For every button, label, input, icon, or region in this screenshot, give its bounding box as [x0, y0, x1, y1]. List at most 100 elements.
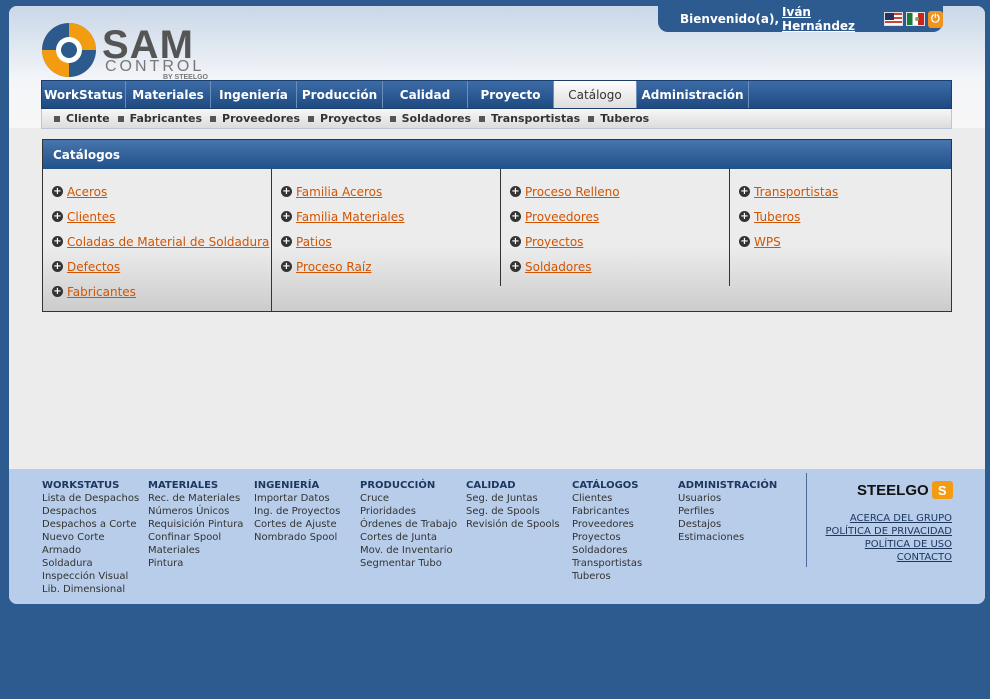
- link-politica-uso[interactable]: POLÍTICA DE USO: [826, 538, 952, 551]
- catalog-link[interactable]: Proyectos: [525, 235, 583, 249]
- catalog-link[interactable]: Proceso Raíz: [296, 260, 372, 274]
- footer-link[interactable]: Perfiles: [678, 505, 777, 518]
- subnav-item[interactable]: Proveedores: [210, 112, 300, 125]
- flag-us-icon[interactable]: [883, 12, 903, 26]
- catalog-link[interactable]: Fabricantes: [67, 285, 136, 299]
- subnav-item[interactable]: Transportistas: [479, 112, 580, 125]
- flag-mx-icon[interactable]: [905, 12, 925, 26]
- bullet-square-icon: [117, 116, 124, 122]
- catalog-link[interactable]: Soldadores: [525, 260, 592, 274]
- footer-link[interactable]: Nombrado Spool: [254, 531, 340, 544]
- power-icon[interactable]: ⏻: [927, 10, 943, 28]
- catalog-link[interactable]: Transportistas: [754, 185, 838, 199]
- subnav-item[interactable]: Tuberos: [588, 112, 649, 125]
- brand-name: STEELGO: [857, 481, 929, 499]
- tab-proyecto[interactable]: Proyecto: [468, 81, 554, 108]
- catalog-link[interactable]: WPS: [754, 235, 781, 249]
- footer-link[interactable]: Seg. de Juntas: [466, 492, 560, 505]
- subnav-item[interactable]: Fabricantes: [117, 112, 202, 125]
- catalog-link[interactable]: Clientes: [67, 210, 115, 224]
- footer-link[interactable]: Números Únicos: [148, 505, 243, 518]
- plus-circle-icon: +: [281, 261, 292, 272]
- catalog-link[interactable]: Proveedores: [525, 210, 599, 224]
- subnav-item[interactable]: Soldadores: [389, 112, 471, 125]
- catalog-link[interactable]: Familia Aceros: [296, 185, 382, 199]
- footer-link[interactable]: Usuarios: [678, 492, 777, 505]
- subnav-item-label: Proyectos: [320, 112, 382, 125]
- footer-column-title: CALIDAD: [466, 480, 516, 491]
- tab-workstatus[interactable]: WorkStatus: [42, 81, 126, 108]
- catalog-link[interactable]: Proceso Relleno: [525, 185, 620, 199]
- footer-link[interactable]: Revisión de Spools: [466, 518, 560, 531]
- footer-link[interactable]: Ing. de Proyectos: [254, 505, 340, 518]
- footer-link[interactable]: Despachos a Corte: [42, 518, 139, 531]
- footer-link[interactable]: Confinar Spool: [148, 531, 243, 544]
- footer-link[interactable]: Seg. de Spools: [466, 505, 560, 518]
- steelgo-logo[interactable]: STEELGO S: [857, 481, 953, 499]
- subnav-item[interactable]: Cliente: [54, 112, 110, 125]
- catalog-link[interactable]: Defectos: [67, 260, 120, 274]
- tab-catalogo[interactable]: Catálogo: [554, 81, 637, 108]
- footer: WORKSTATUS Lista de Despachos Despachos …: [9, 469, 985, 604]
- footer-column-title: MATERIALES: [148, 480, 219, 491]
- footer-link[interactable]: Destajos: [678, 518, 777, 531]
- footer-link[interactable]: Despachos: [42, 505, 139, 518]
- footer-column: MATERIALES Rec. de Materiales Números Ún…: [148, 479, 243, 570]
- footer-link[interactable]: Soldadura: [42, 557, 139, 570]
- subnav-item[interactable]: Proyectos: [308, 112, 382, 125]
- footer-link[interactable]: Cortes de Ajuste: [254, 518, 340, 531]
- plus-circle-icon: +: [52, 186, 63, 197]
- bullet-square-icon: [54, 116, 60, 122]
- footer-link[interactable]: Inspección Visual: [42, 570, 139, 583]
- footer-link[interactable]: Armado: [42, 544, 139, 557]
- footer-link[interactable]: Proveedores: [572, 518, 642, 531]
- main-nav: WorkStatus Materiales Ingeniería Producc…: [41, 80, 952, 109]
- footer-link[interactable]: Rec. de Materiales: [148, 492, 243, 505]
- footer-link[interactable]: Segmentar Tubo: [360, 557, 457, 570]
- footer-link[interactable]: Requisición Pintura: [148, 518, 243, 531]
- footer-link[interactable]: Tuberos: [572, 570, 642, 583]
- tab-calidad[interactable]: Calidad: [383, 81, 468, 108]
- link-contacto[interactable]: CONTACTO: [826, 551, 952, 564]
- footer-column: PRODUCCIÓN Cruce Prioridades Órdenes de …: [360, 479, 457, 570]
- footer-column-title: CATÁLOGOS: [572, 480, 639, 491]
- tab-produccion[interactable]: Producción: [297, 81, 383, 108]
- catalog-link[interactable]: Patios: [296, 235, 332, 249]
- list-item: + Coladas de Material de Soldadura: [52, 229, 271, 254]
- footer-link[interactable]: Nuevo Corte: [42, 531, 139, 544]
- catalog-column: + Transportistas + Tuberos + WPS: [730, 169, 951, 311]
- footer-link[interactable]: Prioridades: [360, 505, 457, 518]
- footer-link[interactable]: Estimaciones: [678, 531, 777, 544]
- footer-link[interactable]: Importar Datos: [254, 492, 340, 505]
- footer-link[interactable]: Transportistas: [572, 557, 642, 570]
- catalog-link[interactable]: Aceros: [67, 185, 107, 199]
- footer-link[interactable]: Proyectos: [572, 531, 642, 544]
- footer-link[interactable]: Fabricantes: [572, 505, 642, 518]
- catalog-link[interactable]: Coladas de Material de Soldadura: [67, 235, 269, 249]
- footer-link[interactable]: Mov. de Inventario: [360, 544, 457, 557]
- bullet-square-icon: [389, 116, 396, 122]
- footer-link[interactable]: Clientes: [572, 492, 642, 505]
- footer-link[interactable]: Cruce: [360, 492, 457, 505]
- tab-administracion[interactable]: Administración: [637, 81, 749, 108]
- footer-column: CATÁLOGOS Clientes Fabricantes Proveedor…: [572, 479, 642, 583]
- footer-link[interactable]: Pintura: [148, 557, 243, 570]
- bullet-square-icon: [588, 116, 595, 122]
- plus-circle-icon: +: [52, 236, 63, 247]
- footer-link[interactable]: Soldadores: [572, 544, 642, 557]
- footer-link[interactable]: Lib. Dimensional: [42, 583, 139, 596]
- footer-link[interactable]: Órdenes de Trabajo: [360, 518, 457, 531]
- catalog-link[interactable]: Familia Materiales: [296, 210, 404, 224]
- footer-link[interactable]: Lista de Despachos: [42, 492, 139, 505]
- user-name-link[interactable]: Iván Hernández: [782, 6, 877, 33]
- sam-control-logo[interactable]: SAM CONTROL BY STEELGO: [41, 22, 221, 82]
- catalogs-grid: + Aceros + Clientes + Coladas de Material d…: [43, 169, 951, 311]
- catalog-link[interactable]: Tuberos: [754, 210, 800, 224]
- link-acerca-del-grupo[interactable]: ACERCA DEL GRUPO: [826, 512, 952, 525]
- footer-link[interactable]: Cortes de Junta: [360, 531, 457, 544]
- bullet-square-icon: [210, 116, 217, 122]
- link-politica-privacidad[interactable]: POLÍTICA DE PRIVACIDAD: [826, 525, 952, 538]
- tab-materiales[interactable]: Materiales: [126, 81, 211, 108]
- tab-ingenieria[interactable]: Ingeniería: [211, 81, 297, 108]
- footer-link[interactable]: Materiales: [148, 544, 243, 557]
